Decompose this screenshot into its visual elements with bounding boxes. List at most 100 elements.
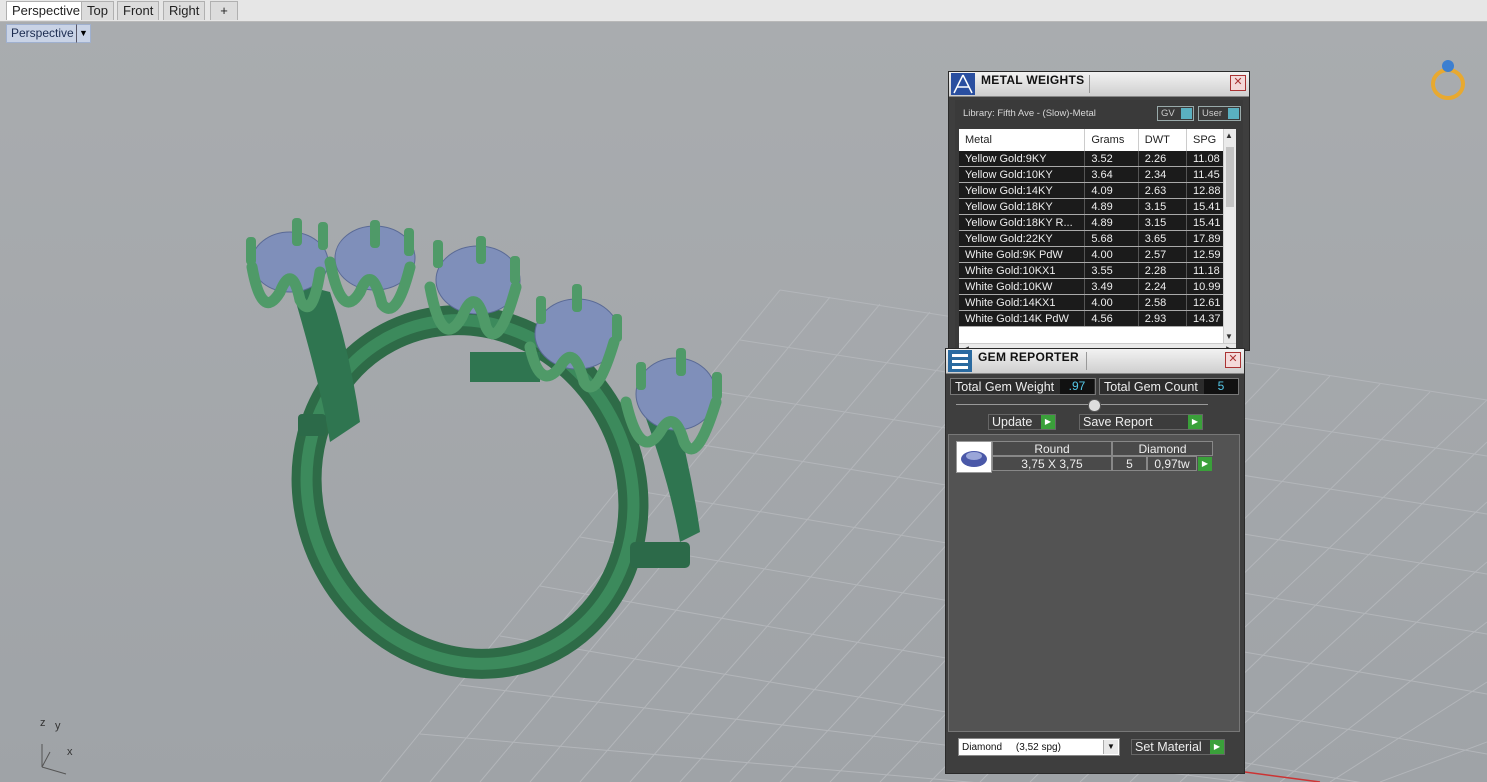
table-row[interactable]: Yellow Gold:9KY 3.52 2.26 11.08 — [959, 151, 1236, 167]
table-cell: Yellow Gold:10KY — [959, 166, 1086, 183]
table-cell: 2.57 — [1138, 246, 1187, 263]
table-cell: Yellow Gold:18KY R... — [959, 214, 1086, 231]
table-cell: 4.00 — [1084, 294, 1139, 311]
tab-front[interactable]: Front — [117, 1, 160, 20]
gem-count: 5 — [1112, 456, 1147, 471]
viewport-menu-arrow-icon[interactable]: ▼ — [76, 24, 91, 43]
splitter-line — [956, 404, 1208, 405]
tab-right[interactable]: Right — [163, 1, 206, 20]
table-cell: 4.89 — [1084, 214, 1139, 231]
play-icon: ▶ — [1188, 415, 1202, 429]
table-cell: 4.00 — [1084, 246, 1139, 263]
tab-perspective[interactable]: Perspective — [6, 1, 86, 20]
table-row[interactable]: Yellow Gold:14KY 4.09 2.63 12.88 — [959, 182, 1236, 199]
table-cell: 2.93 — [1138, 310, 1187, 327]
update-button[interactable]: Update ▶ — [988, 414, 1056, 430]
gem-reporter-icon — [948, 350, 972, 372]
table-cell: 3.64 — [1084, 166, 1139, 183]
table-cell: Yellow Gold:18KY — [959, 198, 1086, 215]
metal-table-vertical-scrollbar[interactable]: ▲ ▼ — [1223, 129, 1236, 343]
play-icon: ▶ — [1041, 415, 1055, 429]
table-cell: 3.15 — [1138, 214, 1187, 231]
play-icon: ▶ — [1210, 740, 1224, 754]
gem-weight: 0,97tw — [1147, 456, 1197, 471]
gem-material: Diamond — [1112, 441, 1213, 456]
table-cell: 4.56 — [1084, 310, 1139, 327]
table-cell: 2.24 — [1138, 278, 1187, 295]
scroll-down-icon[interactable]: ▼ — [1225, 332, 1233, 341]
metal-weights-panel: METAL WEIGHTS ✕ Library: Fifth Ave - (Sl… — [948, 71, 1250, 356]
table-row[interactable]: Yellow Gold:18KY R... 4.89 3.15 15.41 — [959, 214, 1236, 231]
total-gem-count-value: 5 — [1204, 379, 1238, 394]
table-row[interactable]: White Gold:9K PdW 4.00 2.57 12.59 — [959, 246, 1236, 263]
user-toggle[interactable]: User — [1198, 106, 1241, 121]
perspective-viewport[interactable]: Perspective ▼ z y x — [0, 22, 1487, 782]
table-cell: Yellow Gold:14KY — [959, 182, 1086, 199]
table-row[interactable]: Yellow Gold:10KY 3.64 2.34 11.45 — [959, 166, 1236, 183]
round-gem-thumbnail-icon — [956, 441, 992, 473]
table-cell: Yellow Gold:22KY — [959, 230, 1086, 247]
gem-list: Round Diamond 3,75 X 3,75 5 0,97tw ▶ — [948, 434, 1240, 732]
metal-weights-close-button[interactable]: ✕ — [1230, 75, 1246, 91]
table-cell: White Gold:14KX1 — [959, 294, 1086, 311]
metal-weights-body: Library: Fifth Ave - (Slow)-Metal GV Use… — [955, 100, 1243, 356]
add-tab-button[interactable]: + — [210, 1, 238, 20]
material-select[interactable]: Diamond (3,52 spg) ▼ — [958, 738, 1120, 756]
metal-weights-table: Metal Grams DWT SPG Yellow Gold:9KY 3.52 2… — [959, 129, 1236, 343]
scroll-up-icon[interactable]: ▲ — [1225, 131, 1233, 140]
viewport-label[interactable]: Perspective — [6, 24, 79, 43]
tab-top[interactable]: Top — [81, 1, 114, 20]
library-label: Library: Fifth Ave - (Slow)-Metal — [963, 108, 1096, 119]
axis-indicator — [41, 744, 67, 775]
metal-weights-title: METAL WEIGHTS — [981, 73, 1085, 87]
gem-reporter-close-button[interactable]: ✕ — [1225, 352, 1241, 368]
table-row[interactable]: White Gold:14K PdW 4.56 2.93 14.37 — [959, 310, 1236, 327]
axis-y-label: y — [55, 720, 61, 732]
table-cell: 3.49 — [1084, 278, 1139, 295]
table-row[interactable]: White Gold:10KW 3.49 2.24 10.99 — [959, 278, 1236, 295]
ring-model — [246, 218, 722, 679]
set-material-button[interactable]: Set Material ▶ — [1131, 739, 1225, 755]
save-report-button[interactable]: Save Report ▶ — [1079, 414, 1203, 430]
axis-z-label: z — [40, 717, 46, 729]
viewport-tab-strip: Perspective Top Front Right + — [0, 0, 1487, 22]
metal-weights-icon — [951, 73, 975, 95]
metal-weights-titlebar[interactable]: METAL WEIGHTS ✕ — [949, 72, 1249, 97]
col-dwt[interactable]: DWT — [1138, 129, 1187, 151]
splitter-handle[interactable] — [1088, 399, 1101, 412]
table-row[interactable]: Yellow Gold:18KY 4.89 3.15 15.41 — [959, 198, 1236, 215]
col-metal[interactable]: Metal — [959, 129, 1086, 151]
table-cell: 3.55 — [1084, 262, 1139, 279]
table-cell: 3.52 — [1084, 151, 1139, 167]
gem-select-icon[interactable]: ▶ — [1198, 457, 1212, 471]
table-cell: White Gold:10KW — [959, 278, 1086, 295]
table-cell: 3.15 — [1138, 198, 1187, 215]
gem-reporter-titlebar[interactable]: GEM REPORTER ✕ — [946, 349, 1244, 374]
table-cell: Yellow Gold:9KY — [959, 151, 1086, 167]
table-cell: White Gold:10KX1 — [959, 262, 1086, 279]
table-cell: White Gold:14K PdW — [959, 310, 1086, 327]
table-cell: 4.09 — [1084, 182, 1139, 199]
gv-toggle[interactable]: GV — [1157, 106, 1194, 121]
gem-reporter-title: GEM REPORTER — [978, 350, 1079, 364]
table-cell: 3.65 — [1138, 230, 1187, 247]
table-cell: 2.58 — [1138, 294, 1187, 311]
gem-reporter-panel: GEM REPORTER ✕ Total Gem Weight .97 Tota… — [945, 348, 1245, 774]
table-row[interactable]: Yellow Gold:22KY 5.68 3.65 17.89 — [959, 230, 1236, 247]
total-gem-weight-value: .97 — [1060, 379, 1094, 394]
table-row[interactable]: White Gold:14KX1 4.00 2.58 12.61 — [959, 294, 1236, 311]
gem-shape: Round — [992, 441, 1112, 456]
gem-size: 3,75 X 3,75 — [992, 456, 1112, 471]
viewport-scene — [41, 60, 1487, 782]
table-row[interactable]: White Gold:10KX1 3.55 2.28 11.18 — [959, 262, 1236, 279]
table-cell: 2.28 — [1138, 262, 1187, 279]
table-cell: 2.34 — [1138, 166, 1187, 183]
chevron-down-icon: ▼ — [1103, 740, 1118, 754]
ring-logo-icon — [1431, 60, 1465, 100]
table-cell: 2.63 — [1138, 182, 1187, 199]
table-cell: 4.89 — [1084, 198, 1139, 215]
table-cell: White Gold:9K PdW — [959, 246, 1086, 263]
axis-x-label: x — [67, 746, 73, 758]
table-cell: 5.68 — [1084, 230, 1139, 247]
col-grams[interactable]: Grams — [1084, 129, 1139, 151]
